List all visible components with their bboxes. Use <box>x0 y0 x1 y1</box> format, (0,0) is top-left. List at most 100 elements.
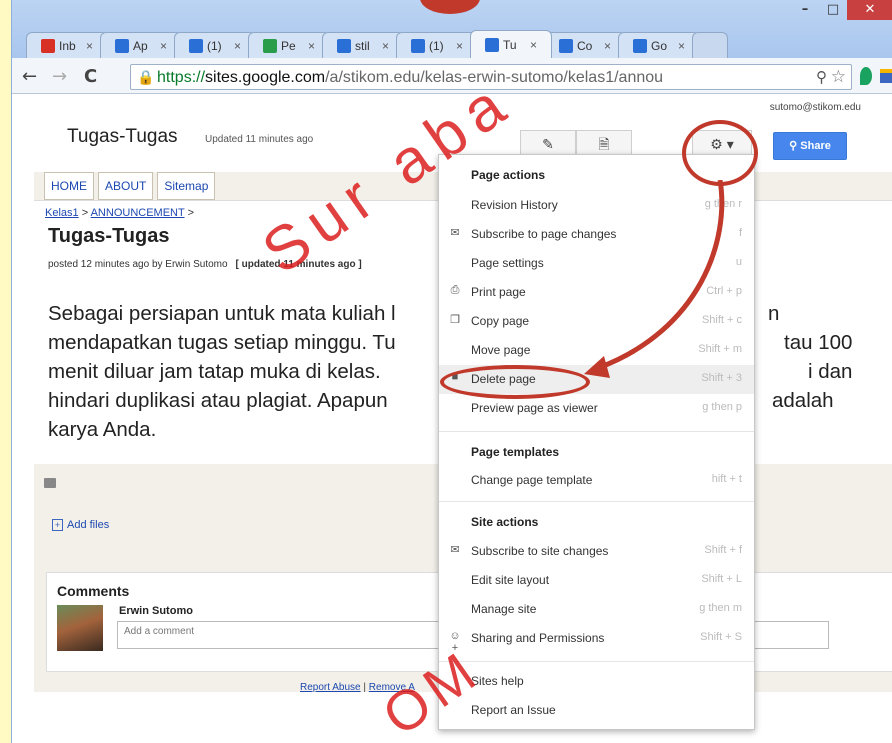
sites-icon <box>115 38 129 53</box>
tab-close-icon[interactable]: × <box>160 39 167 53</box>
browser-tab[interactable]: Inb × <box>26 32 108 58</box>
updated-note: Updated 11 minutes ago <box>205 134 314 145</box>
menu-item-label: Subscribe to site changes <box>471 544 609 558</box>
site-nav: HOME ABOUT Sitemap <box>44 172 219 200</box>
menu-item[interactable]: ☺+ Sharing and Permissions Shift + S <box>439 624 754 654</box>
tab-title: (1) <box>207 38 222 53</box>
menu-item-shortcut: Shift + S <box>700 631 742 643</box>
annotation-circle-gear <box>682 120 758 186</box>
menu-divider <box>439 501 754 502</box>
pencil-icon: ✎ <box>542 136 554 152</box>
browser-tab[interactable]: Ap × <box>100 32 182 58</box>
posted-by: posted 12 minutes ago by Erwin Sutomo <box>48 259 228 270</box>
breadcrumb-kelas1[interactable]: Kelas1 <box>45 207 79 219</box>
menu-item-shortcut: g then m <box>699 602 742 614</box>
browser-tab[interactable]: (1) × <box>174 32 256 58</box>
nav-tab-home[interactable]: HOME <box>44 172 94 200</box>
annotation-arrow <box>584 180 725 378</box>
add-file-icon: + <box>52 519 63 531</box>
menu-heading-page-actions: Page actions <box>471 168 546 182</box>
menu-item-shortcut: Shift + f <box>704 544 742 556</box>
tab-title: Go <box>651 38 668 53</box>
tab-close-icon[interactable]: × <box>456 39 463 53</box>
menu-item[interactable]: Preview page as viewer g then p <box>439 394 754 423</box>
report-abuse-link[interactable]: Report Abuse <box>300 682 361 693</box>
nav-tab-about[interactable]: ABOUT <box>98 172 154 200</box>
new-page-icon: 🗎 <box>598 136 610 152</box>
new-tab-button[interactable] <box>692 32 728 58</box>
browser-tab[interactable]: (1) × <box>396 32 478 58</box>
menu-item-label: Copy page <box>471 314 530 328</box>
extension-icon[interactable] <box>880 69 892 83</box>
lock-icon: 🔒 <box>137 69 155 85</box>
menu-heading-site-actions: Site actions <box>471 515 539 529</box>
browser-tab[interactable]: Pe × <box>248 32 330 58</box>
menu-item-label: Revision History <box>471 198 558 212</box>
chat-icon <box>189 38 203 53</box>
sites-icon <box>337 38 351 53</box>
menu-item[interactable]: Change page template hift + t <box>439 466 754 495</box>
sites-icon <box>485 37 499 52</box>
tab-close-icon[interactable]: × <box>382 39 389 53</box>
commenter-name: Erwin Sutomo <box>119 605 193 617</box>
menu-item-label: Change page template <box>471 473 593 487</box>
mail-icon: ✉ <box>450 227 460 239</box>
folder-icon <box>44 478 56 488</box>
add-files-link[interactable]: + Add files <box>52 519 109 531</box>
menu-item-shortcut: Shift + L <box>701 573 742 585</box>
page-title: Tugas-Tugas <box>48 225 170 247</box>
tab-title: Inb <box>59 38 76 53</box>
forward-icon[interactable]: → <box>52 66 67 87</box>
share-icon: ⚲ <box>789 140 798 152</box>
menu-item-shortcut: g then p <box>702 401 742 413</box>
tab-close-icon[interactable]: × <box>678 39 685 53</box>
close-icon[interactable]: ✕ <box>847 0 892 20</box>
breadcrumb-announcement[interactable]: ANNOUNCEMENT <box>91 207 185 219</box>
breadcrumb-separator: > <box>187 207 195 219</box>
mail-icon: ✉ <box>450 544 460 556</box>
chat-icon <box>411 38 425 53</box>
minimize-icon[interactable]: – <box>791 0 819 20</box>
drive-icon <box>263 38 277 53</box>
browser-tab[interactable]: stil × <box>322 32 404 58</box>
account-email[interactable]: sutomo@stikom.edu <box>770 102 861 113</box>
menu-item-label: Sharing and Permissions <box>471 631 605 645</box>
body-fragment: tau 100 <box>784 331 853 354</box>
breadcrumb-separator: > <box>81 207 89 219</box>
menu-divider <box>439 661 754 662</box>
nav-tab-sitemap[interactable]: Sitemap <box>157 172 216 200</box>
menu-item[interactable]: Edit site layout Shift + L <box>439 566 754 595</box>
tab-close-icon[interactable]: × <box>234 39 241 53</box>
print-icon: ⎙ <box>450 284 460 296</box>
annotation-circle-delete <box>440 365 590 399</box>
menu-divider <box>439 431 754 432</box>
tab-title: Pe <box>281 38 296 53</box>
tab-close-icon[interactable]: × <box>86 39 93 53</box>
share-button[interactable]: ⚲ Share <box>773 132 847 160</box>
reload-icon[interactable]: C <box>84 66 97 87</box>
tab-title: (1) <box>429 38 444 53</box>
body-fragment: i dan <box>808 360 853 383</box>
menu-item[interactable]: Manage site g then m <box>439 595 754 624</box>
menu-item[interactable]: ✉ Subscribe to site changes Shift + f <box>439 537 754 566</box>
zoom-icon[interactable]: ⚲ <box>816 68 827 86</box>
extension-icon[interactable] <box>860 67 872 85</box>
menu-item[interactable]: Report an Issue <box>439 696 754 725</box>
tab-title: Ap <box>133 38 148 53</box>
copy-icon: ❐ <box>450 314 460 326</box>
maximize-icon[interactable]: □ <box>819 0 847 20</box>
body-fragment: n <box>768 302 780 325</box>
menu-item-label: Preview page as viewer <box>471 401 598 415</box>
gmail-icon <box>41 38 55 53</box>
bookmark-star-icon[interactable]: ☆ <box>831 67 846 87</box>
window-controls: – □ ✕ <box>791 0 892 22</box>
comments-title: Comments <box>57 583 130 599</box>
tab-title: stil <box>355 38 370 53</box>
avatar <box>57 605 103 651</box>
body-text-right: n tau 100 i dan adalah <box>768 299 852 415</box>
menu-item-label: Report an Issue <box>471 703 556 717</box>
tab-close-icon[interactable]: × <box>308 39 315 53</box>
menu-item-shortcut: hift + t <box>711 473 742 485</box>
menu-item-label: Move page <box>471 343 531 357</box>
back-icon[interactable]: ← <box>22 66 37 87</box>
